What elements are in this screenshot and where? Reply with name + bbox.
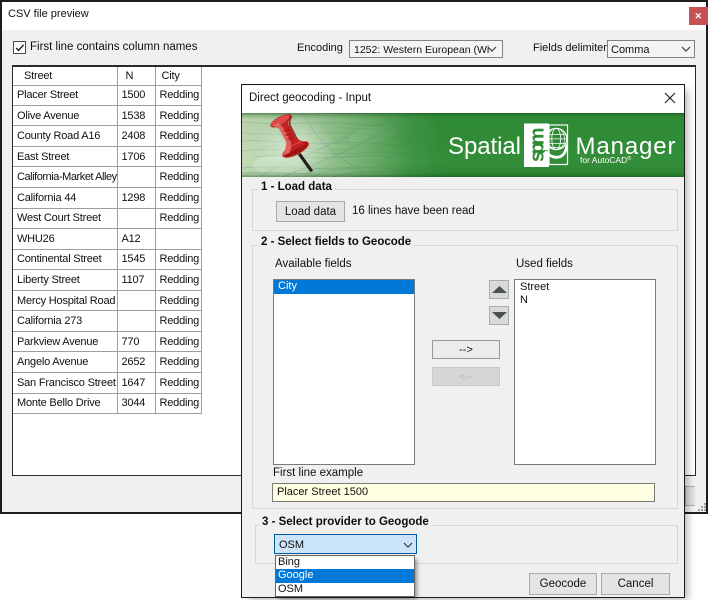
svg-text:for AutoCAD®: for AutoCAD® — [580, 155, 631, 165]
svg-text:Spatial: Spatial — [448, 133, 521, 160]
svg-text:spm: spm — [527, 128, 549, 163]
